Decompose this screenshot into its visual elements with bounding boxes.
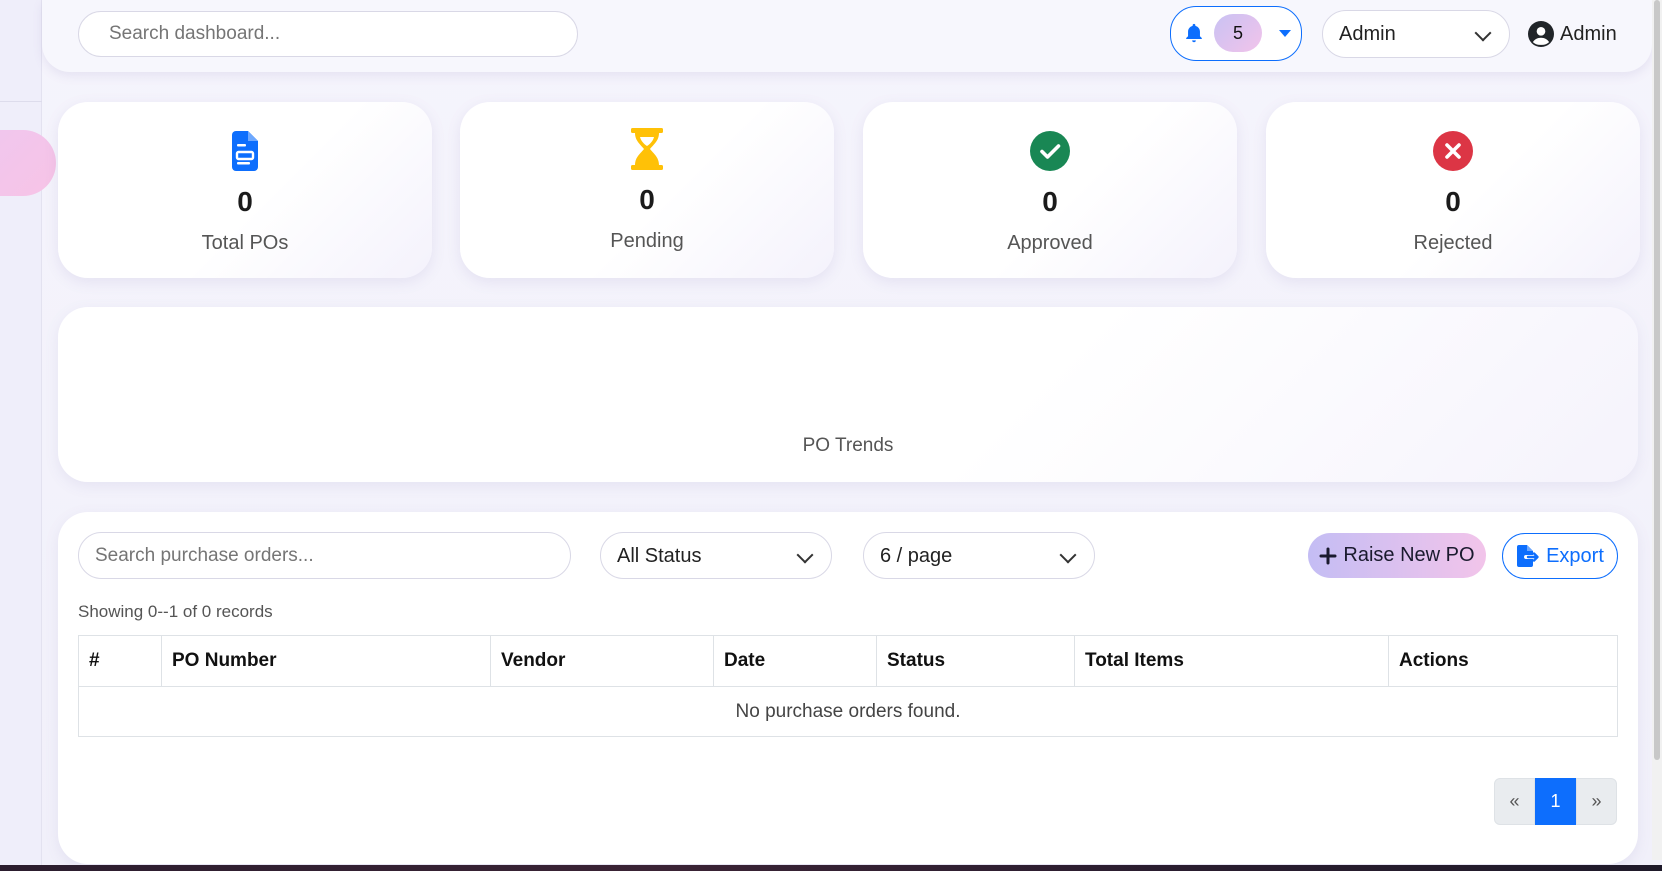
user-circle-icon <box>1528 21 1554 47</box>
vertical-scrollbar[interactable] <box>1652 0 1662 860</box>
column-header-actions: Actions <box>1388 635 1618 687</box>
purchase-orders-card: All Status 6 / page Raise New PO Export … <box>58 512 1638 864</box>
chevron-down-icon <box>1059 546 1077 564</box>
purchase-orders-table: # PO Number Vendor Date Status Total Ite… <box>78 635 1618 737</box>
stat-value: 0 <box>1042 186 1058 217</box>
empty-table-message: No purchase orders found. <box>78 686 1618 737</box>
po-trends-card: PO Trends <box>58 307 1638 482</box>
top-header: 5 Admin Admin <box>42 0 1652 72</box>
document-icon <box>224 130 266 172</box>
status-filter-value: All Status <box>617 545 702 567</box>
stat-value: 0 <box>237 186 253 217</box>
hourglass-icon <box>626 128 668 170</box>
stat-value: 0 <box>1445 186 1461 217</box>
user-menu[interactable]: Admin <box>1528 19 1617 49</box>
pagination-page-button[interactable]: 1 <box>1535 778 1576 825</box>
pagination-prev-button[interactable]: « <box>1494 778 1535 825</box>
stat-label: Rejected <box>1413 232 1493 254</box>
export-label: Export <box>1546 544 1604 567</box>
column-header-total-items: Total Items <box>1074 635 1389 687</box>
sidebar <box>0 0 56 871</box>
caret-down-icon <box>1279 30 1291 37</box>
po-trends-caption: PO Trends <box>802 435 894 456</box>
records-summary: Showing 0--1 of 0 records <box>78 602 273 621</box>
column-header-date: Date <box>713 635 877 687</box>
scrollbar-thumb[interactable] <box>1654 0 1660 760</box>
notifications-button[interactable]: 5 <box>1170 6 1302 61</box>
column-header-status: Status <box>876 635 1075 687</box>
pagination: « 1 » <box>1494 778 1617 825</box>
stat-card-pending: 0 Pending <box>460 102 834 278</box>
po-search-input[interactable] <box>78 532 571 579</box>
role-select[interactable]: Admin <box>1322 10 1510 58</box>
raise-new-po-label: Raise New PO <box>1343 544 1475 566</box>
file-export-icon <box>1517 545 1539 567</box>
column-header-vendor: Vendor <box>490 635 714 687</box>
stat-card-rejected: 0 Rejected <box>1266 102 1640 278</box>
pagination-next-button[interactable]: » <box>1576 778 1617 825</box>
sidebar-active-item[interactable] <box>0 130 56 196</box>
table-row: No purchase orders found. <box>78 686 1618 737</box>
export-button[interactable]: Export <box>1502 533 1618 579</box>
dashboard-page: 5 Admin Admin 0 Total <box>0 0 1662 871</box>
stat-label: Total POs <box>201 232 289 254</box>
column-header-index: # <box>78 635 162 687</box>
stat-label: Pending <box>610 230 684 252</box>
x-circle-icon <box>1432 130 1474 172</box>
plus-icon <box>1319 547 1337 564</box>
chevron-down-icon <box>796 546 814 564</box>
sidebar-divider <box>0 101 42 102</box>
stat-value: 0 <box>639 184 655 215</box>
stat-card-approved: 0 Approved <box>863 102 1237 278</box>
taskbar-edge <box>0 865 1662 871</box>
check-circle-icon <box>1029 130 1071 172</box>
table-header-row: # PO Number Vendor Date Status Total Ite… <box>78 635 1618 687</box>
column-header-po-number: PO Number <box>161 635 491 687</box>
stat-card-total: 0 Total POs <box>58 102 432 278</box>
notification-count-badge: 5 <box>1214 14 1262 52</box>
stat-label: Approved <box>1007 232 1093 254</box>
status-filter-select[interactable]: All Status <box>600 532 832 579</box>
raise-new-po-button[interactable]: Raise New PO <box>1308 533 1486 578</box>
dashboard-search-input[interactable] <box>78 11 578 57</box>
page-size-select[interactable]: 6 / page <box>863 532 1095 579</box>
role-select-value: Admin <box>1339 23 1396 45</box>
page-size-value: 6 / page <box>880 545 953 567</box>
chevron-down-icon <box>1474 24 1492 42</box>
bell-icon <box>1186 23 1202 43</box>
user-name: Admin <box>1560 22 1617 45</box>
